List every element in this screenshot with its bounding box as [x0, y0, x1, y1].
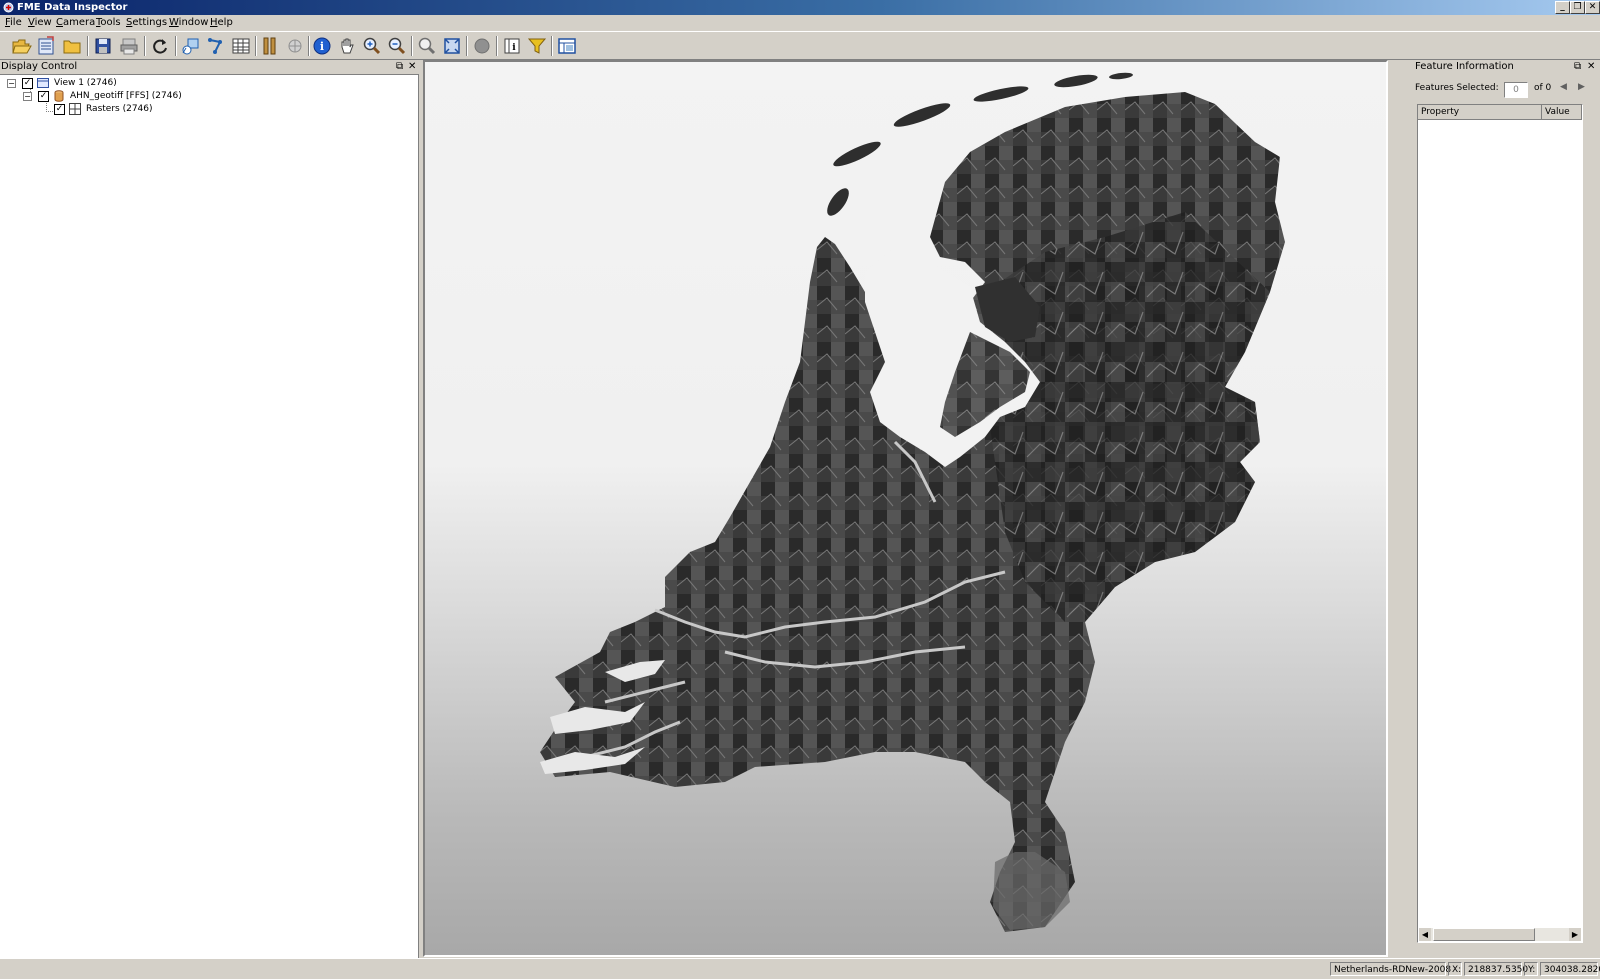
x-label: X:	[1448, 962, 1462, 976]
feature-info-header: Feature Information ⧉ ✕	[1412, 60, 1600, 74]
view-icon[interactable]	[556, 35, 578, 57]
menu-camera[interactable]: Camera	[56, 17, 95, 29]
fme-app-icon	[3, 2, 14, 13]
raster-map-netherlands[interactable]	[425, 62, 1386, 955]
measure-icon[interactable]	[284, 35, 306, 57]
value-column-header[interactable]: Value	[1542, 105, 1582, 120]
eastern-region	[985, 212, 1270, 622]
view-checkbox[interactable]: ✓	[22, 78, 33, 89]
menu-view[interactable]: View	[28, 17, 52, 29]
filter-icon[interactable]	[526, 35, 548, 57]
columns-icon[interactable]	[259, 35, 281, 57]
stop-icon[interactable]	[471, 35, 493, 57]
minimize-icon[interactable]: _	[1555, 1, 1570, 14]
scroll-left-icon[interactable]: ◀	[1419, 928, 1431, 941]
y-coordinate: 304038.2820	[1540, 962, 1600, 976]
open-icon[interactable]	[10, 35, 32, 57]
rasters-checkbox[interactable]: ✓	[54, 104, 65, 115]
menu-help[interactable]: Help	[210, 17, 233, 29]
display-control-header: Display Control ⧉ ✕	[0, 60, 418, 74]
toolbar: i i	[0, 31, 1600, 60]
close-icon[interactable]: ✕	[1585, 1, 1600, 14]
property-table: Property Value ◀ ▶	[1417, 104, 1583, 943]
raster-grid-icon	[69, 103, 81, 115]
float-panel-icon[interactable]: ⧉	[1574, 60, 1581, 74]
svg-text:i: i	[320, 40, 324, 53]
tree-label: View 1 (2746)	[54, 78, 117, 88]
tree-row-view[interactable]: − ✓ View 1 (2746)	[0, 77, 418, 90]
folder-icon[interactable]	[61, 35, 83, 57]
zoom-out-icon[interactable]	[386, 35, 408, 57]
print-icon[interactable]	[118, 35, 140, 57]
feature-information-panel: Feature Information ⧉ ✕ Features Selecte…	[1412, 60, 1600, 958]
features-selected-row: Features Selected: 0 of 0 ◀ ▶	[1412, 82, 1600, 102]
horizontal-scrollbar[interactable]: ◀ ▶	[1419, 928, 1581, 941]
features-selected-input[interactable]: 0	[1504, 82, 1528, 98]
view-icon	[37, 78, 49, 88]
display-control-panel: Display Control ⧉ ✕ − ✓ View 1 (2746) − …	[0, 60, 419, 959]
collapse-icon[interactable]: −	[7, 79, 16, 88]
menu-file[interactable]: File	[5, 17, 22, 29]
layer-tree: − ✓ View 1 (2746) − ✓ AHN_geotiff [FFS] …	[0, 74, 419, 959]
zoom-selected-icon[interactable]	[416, 35, 438, 57]
tree-label: Rasters (2746)	[86, 104, 153, 114]
scroll-right-icon[interactable]: ▶	[1569, 928, 1581, 941]
properties-icon[interactable]: i	[501, 35, 523, 57]
menu-window[interactable]: Window	[169, 17, 208, 29]
next-feature-icon[interactable]: ▶	[1578, 82, 1585, 92]
y-label: Y:	[1524, 962, 1538, 976]
tree-row-dataset[interactable]: − ✓ AHN_geotiff [FFS] (2746)	[0, 90, 418, 103]
close-panel-icon[interactable]: ✕	[1587, 60, 1595, 74]
status-bar: Netherlands-RDNew-2008 X: 218837.5350 Y:…	[0, 958, 1600, 979]
menu-settings[interactable]: Settings	[126, 17, 167, 29]
panel-title: Display Control	[1, 61, 78, 72]
features-selected-label: Features Selected:	[1415, 83, 1499, 93]
pan-icon[interactable]	[336, 35, 358, 57]
map-view[interactable]	[423, 60, 1388, 957]
panel-title: Feature Information	[1415, 61, 1514, 72]
open-dataset-icon[interactable]	[35, 35, 57, 57]
table-icon[interactable]	[230, 35, 252, 57]
property-column-header[interactable]: Property	[1418, 105, 1542, 120]
coordinate-system: Netherlands-RDNew-2008	[1330, 962, 1451, 976]
x-coordinate: 218837.5350	[1464, 962, 1528, 976]
dataset-checkbox[interactable]: ✓	[38, 91, 49, 102]
svg-text:i: i	[512, 43, 516, 53]
refresh-icon[interactable]	[149, 35, 171, 57]
tree-row-rasters[interactable]: ✓ Rasters (2746)	[0, 103, 418, 116]
of-count-label: of 0	[1534, 83, 1552, 93]
select-vertex-icon[interactable]	[205, 35, 227, 57]
window-title: FME Data Inspector	[17, 2, 128, 13]
restore-icon[interactable]: ❐	[1570, 1, 1585, 14]
menu-bar: File View Camera Tools Settings Window H…	[0, 15, 1600, 31]
select-icon[interactable]	[180, 35, 202, 57]
close-panel-icon[interactable]: ✕	[408, 60, 416, 74]
float-panel-icon[interactable]: ⧉	[396, 60, 403, 74]
menu-tools[interactable]: Tools	[96, 17, 121, 29]
tree-label: AHN_geotiff [FFS] (2746)	[70, 91, 182, 101]
zoom-in-icon[interactable]	[361, 35, 383, 57]
collapse-icon[interactable]: −	[23, 92, 32, 101]
save-icon[interactable]	[92, 35, 114, 57]
scroll-thumb[interactable]	[1433, 928, 1535, 941]
dataset-icon	[54, 90, 64, 102]
info-icon[interactable]: i	[311, 35, 333, 57]
zoom-extents-icon[interactable]	[441, 35, 463, 57]
title-bar: FME Data Inspector _ ❐ ✕	[0, 0, 1600, 15]
prev-feature-icon[interactable]: ◀	[1560, 82, 1567, 92]
